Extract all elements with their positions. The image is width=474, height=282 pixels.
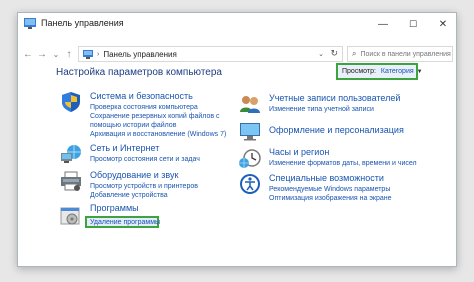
page-title: Настройка параметров компьютера: [56, 67, 222, 78]
search-placeholder: Поиск в панели управления: [360, 50, 451, 58]
search-icon: ⌕: [352, 49, 357, 58]
maximize-button[interactable]: ☐: [398, 13, 428, 35]
category-title[interactable]: Система и безопасность: [90, 91, 193, 101]
category-title[interactable]: Учетные записи пользователей: [269, 93, 400, 103]
category-appearance: Оформление и персонализация: [239, 120, 439, 144]
minimize-button[interactable]: —: [368, 13, 398, 35]
dropdown-arrow-icon[interactable]: ▼: [417, 69, 423, 75]
shield-icon: [62, 92, 80, 112]
category-title[interactable]: Часы и регион: [269, 147, 329, 157]
uninstall-program-link-highlight[interactable]: Удаление программы: [85, 216, 160, 228]
printer-icon: [61, 171, 81, 191]
search-input[interactable]: ⌕ Поиск в панели управления: [347, 46, 453, 62]
address-bar: ← → ⌄ ↑ › Панель управления ⌄ ↻ ⌕ Поиск …: [18, 44, 456, 64]
view-by-value[interactable]: Категория: [381, 68, 414, 75]
refresh-icon[interactable]: ↻: [330, 48, 338, 59]
display-icon: [240, 123, 260, 141]
category-link[interactable]: Рекомендуемые Windows параметры: [269, 185, 390, 194]
category-hardware-sound: Оборудование и звук Просмотр устройств и…: [60, 170, 240, 204]
category-network: Сеть и Интернет Просмотр состояния сети …: [60, 143, 240, 167]
category-link[interactable]: Оптимизация изображения на экране: [269, 194, 392, 203]
category-link[interactable]: Просмотр устройств и принтеров: [90, 182, 198, 191]
control-panel-icon: [83, 49, 93, 59]
control-panel-window: Панель управления — ☐ ✕ ← → ⌄ ↑ › Панель…: [17, 12, 457, 267]
back-button[interactable]: ←: [22, 47, 34, 61]
control-panel-icon: [24, 18, 36, 29]
network-icon: [61, 145, 81, 163]
category-link[interactable]: Изменение форматов даты, времени и чисел: [269, 159, 417, 168]
close-button[interactable]: ✕: [428, 13, 456, 35]
up-button[interactable]: ↑: [63, 47, 75, 61]
accessibility-icon: [240, 174, 260, 194]
breadcrumb-separator: ›: [97, 50, 100, 58]
category-link[interactable]: Сохранение резервных копий файлов с помо…: [90, 112, 230, 130]
clock-icon: [239, 149, 261, 168]
breadcrumb[interactable]: Панель управления: [103, 50, 177, 59]
window-title: Панель управления: [41, 18, 124, 28]
category-user-accounts: Учетные записи пользователей Изменение т…: [239, 93, 439, 117]
category-link[interactable]: Добавление устройства: [90, 191, 168, 200]
forward-button[interactable]: →: [36, 47, 48, 61]
category-ease-of-access: Специальные возможности Рекомендуемые Wi…: [239, 173, 439, 207]
category-title[interactable]: Программы: [90, 203, 139, 213]
view-by-selector[interactable]: Просмотр: Категория ▼: [336, 63, 423, 80]
programs-icon: [60, 207, 80, 225]
recent-locations-button[interactable]: ⌄: [50, 47, 62, 61]
category-title[interactable]: Оборудование и звук: [90, 170, 178, 180]
title-bar: Панель управления — ☐ ✕: [18, 13, 456, 35]
category-link[interactable]: Просмотр состояния сети и задач: [90, 155, 200, 164]
category-link[interactable]: Архивация и восстановление (Windows 7): [90, 130, 226, 139]
category-link[interactable]: Изменение типа учетной записи: [269, 105, 374, 114]
category-title[interactable]: Сеть и Интернет: [90, 143, 159, 153]
category-title[interactable]: Специальные возможности: [269, 173, 384, 183]
users-icon: [240, 96, 260, 113]
uninstall-program-link[interactable]: Удаление программы: [90, 219, 160, 226]
view-by-label: Просмотр:: [342, 68, 376, 75]
address-field[interactable]: › Панель управления ⌄ ↻: [78, 46, 343, 62]
category-link[interactable]: Проверка состояния компьютера: [90, 103, 198, 112]
chevron-down-icon[interactable]: ⌄: [318, 50, 324, 58]
category-system-security: Система и безопасность Проверка состояни…: [60, 91, 240, 141]
category-title[interactable]: Оформление и персонализация: [269, 125, 404, 135]
